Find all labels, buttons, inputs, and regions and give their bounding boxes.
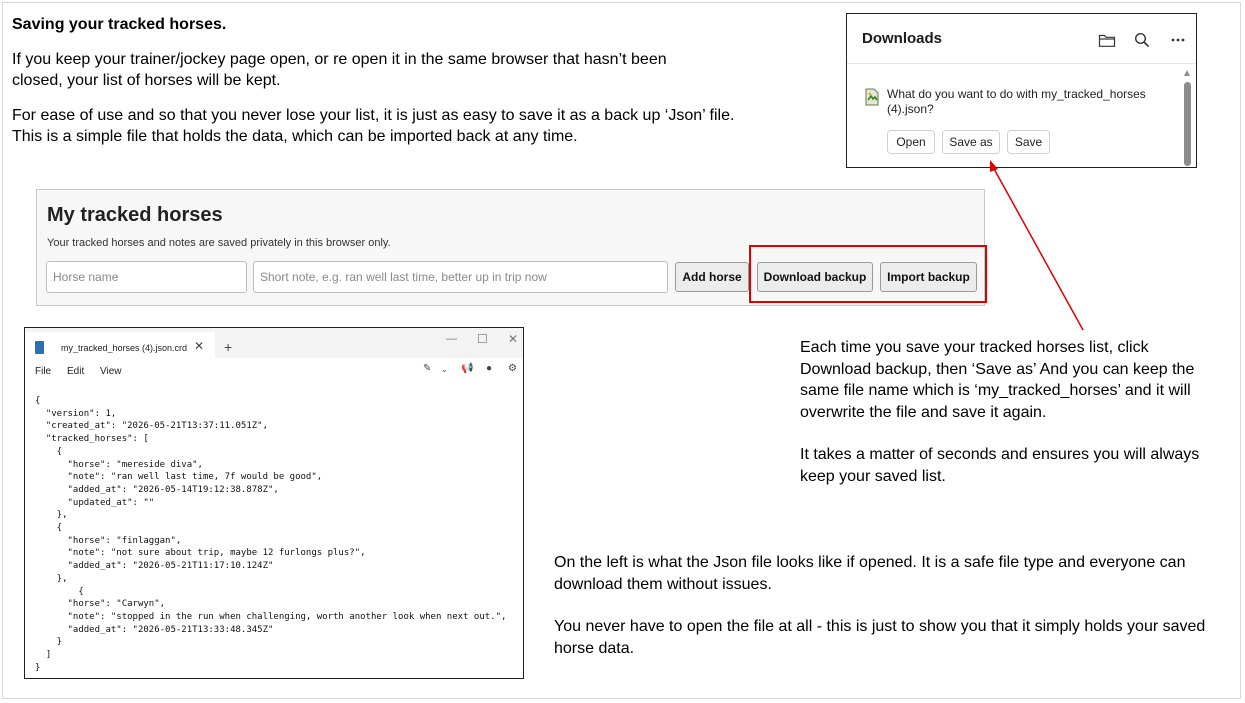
folder-icon[interactable] xyxy=(1098,31,1116,49)
tracker-title: My tracked horses xyxy=(47,204,223,226)
downloads-popup: Downloads What do you want to do with my… xyxy=(846,13,1197,168)
menu-edit[interactable]: Edit xyxy=(67,366,84,377)
scrollbar-thumb[interactable] xyxy=(1184,82,1191,166)
explanation-block-1: Each time you save your tracked horses l… xyxy=(800,337,1220,508)
notepad-titlebar: my_tracked_horses (4).json.crdownload ✕ … xyxy=(25,328,523,358)
more-icon[interactable] xyxy=(1169,31,1187,49)
notepad-tab-title: my_tracked_horses (4).json.crdownload xyxy=(61,343,187,353)
copilot-icon[interactable]: ✎ xyxy=(423,363,431,374)
tracker-subtitle: Your tracked horses and notes are saved … xyxy=(47,237,391,249)
add-horse-button[interactable]: Add horse xyxy=(675,262,749,292)
horse-note-input[interactable] xyxy=(253,261,668,293)
downloads-scrollbar[interactable] xyxy=(1183,68,1192,166)
notepad-app-icon xyxy=(35,341,44,354)
explanation-paragraph-1: Each time you save your tracked horses l… xyxy=(800,339,1195,421)
save-as-button[interactable]: Save as xyxy=(942,130,1000,154)
explanation-block-2: On the left is what the Json file looks … xyxy=(554,552,1219,680)
settings-icon[interactable]: ⚙ xyxy=(508,363,517,374)
file-icon xyxy=(864,88,880,106)
chevron-down-icon[interactable]: ⌄ xyxy=(441,365,448,374)
highlight-box xyxy=(749,245,987,303)
maximize-icon[interactable]: ☐ xyxy=(477,332,488,346)
json-content[interactable]: { "version": 1, "created_at": "2026-05-2… xyxy=(35,395,506,674)
intro-paragraph-2: For ease of use and so that you never lo… xyxy=(12,107,735,145)
download-prompt-text: What do you want to do with my_tracked_h… xyxy=(887,87,1146,116)
scroll-up-arrow-icon[interactable] xyxy=(1184,70,1190,76)
open-button[interactable]: Open xyxy=(887,130,935,154)
explanation-paragraph-3: On the left is what the Json file looks … xyxy=(554,554,1186,593)
window-close-icon[interactable]: ✕ xyxy=(508,332,518,346)
downloads-title: Downloads xyxy=(862,30,943,47)
downloads-divider xyxy=(847,63,1196,64)
minimize-icon[interactable]: — xyxy=(446,333,457,345)
menu-file[interactable]: File xyxy=(35,366,51,377)
megaphone-icon[interactable]: 📢 xyxy=(461,363,473,374)
menu-view[interactable]: View xyxy=(100,366,122,377)
plus-icon[interactable]: + xyxy=(224,339,232,355)
save-button[interactable]: Save xyxy=(1007,130,1050,154)
intro-section: Saving your tracked horses. If you keep … xyxy=(12,14,752,161)
horse-name-input[interactable] xyxy=(46,261,247,293)
search-icon[interactable] xyxy=(1133,31,1151,49)
close-icon[interactable]: ✕ xyxy=(194,339,204,353)
intro-paragraph-1: If you keep your trainer/jockey page ope… xyxy=(12,51,667,89)
account-icon[interactable]: ● xyxy=(486,363,492,374)
explanation-paragraph-2: It takes a matter of seconds and ensures… xyxy=(800,446,1200,485)
explanation-paragraph-4: You never have to open the file at all -… xyxy=(554,618,1206,657)
intro-heading: Saving your tracked horses. xyxy=(12,16,227,33)
notepad-window: my_tracked_horses (4).json.crdownload ✕ … xyxy=(24,327,524,679)
